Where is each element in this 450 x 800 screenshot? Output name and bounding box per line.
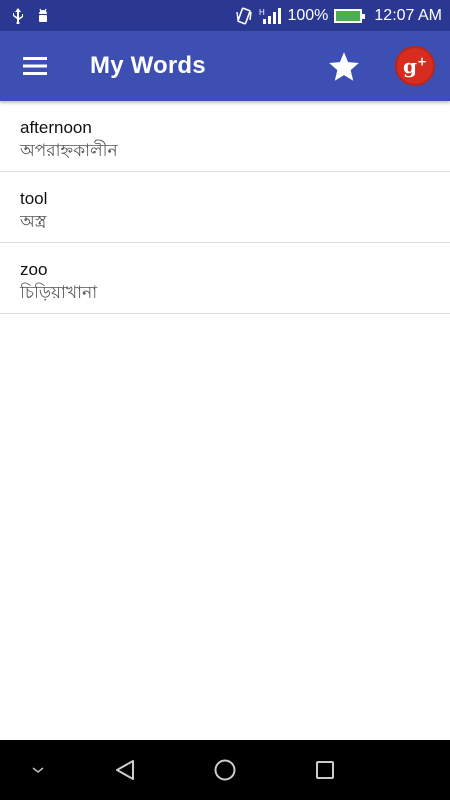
word-list: afternoon অপরাহ্নকালীন tool অস্ত্র zoo চ… (0, 101, 450, 314)
battery-charging-icon (334, 8, 366, 23)
svg-text:H: H (259, 8, 265, 17)
signal-h-icon: H (259, 7, 282, 25)
word-meaning: চিড়িয়াখানা (20, 283, 98, 302)
home-button[interactable] (210, 740, 240, 800)
vibrate-icon (235, 7, 253, 25)
list-item[interactable]: tool অস্ত্র (0, 172, 450, 243)
word-text: zoo (20, 260, 48, 279)
hide-nav-button[interactable] (26, 740, 50, 800)
navigation-bar (0, 740, 450, 800)
status-time: 12:07 AM (374, 6, 442, 24)
menu-button[interactable] (0, 31, 70, 101)
list-item[interactable]: zoo চিড়িয়াখানা (0, 243, 450, 314)
favorites-button[interactable] (322, 45, 366, 89)
page-title: My Words (90, 52, 206, 79)
usb-icon (12, 7, 24, 24)
status-bar: H 100% 12:07 AM (0, 0, 450, 31)
recents-button[interactable] (310, 740, 340, 800)
recents-icon (316, 761, 334, 779)
google-plus-button[interactable]: g+ (395, 46, 435, 86)
chevron-down-icon (32, 767, 44, 774)
google-plus-icon: g+ (402, 54, 428, 78)
back-button[interactable] (110, 740, 140, 800)
back-icon (116, 760, 134, 780)
word-meaning: অস্ত্র (20, 212, 47, 231)
app-bar: My Words g+ (0, 31, 450, 101)
battery-percent: 100% (287, 6, 329, 24)
home-icon (214, 759, 236, 781)
word-meaning: অপরাহ্নকালীন (20, 141, 118, 160)
hamburger-menu-icon (23, 57, 47, 75)
list-item[interactable]: afternoon অপরাহ্নকালীন (0, 101, 450, 172)
word-text: afternoon (20, 118, 92, 137)
android-debug-icon (36, 8, 50, 24)
word-text: tool (20, 189, 48, 208)
star-icon (329, 52, 359, 81)
